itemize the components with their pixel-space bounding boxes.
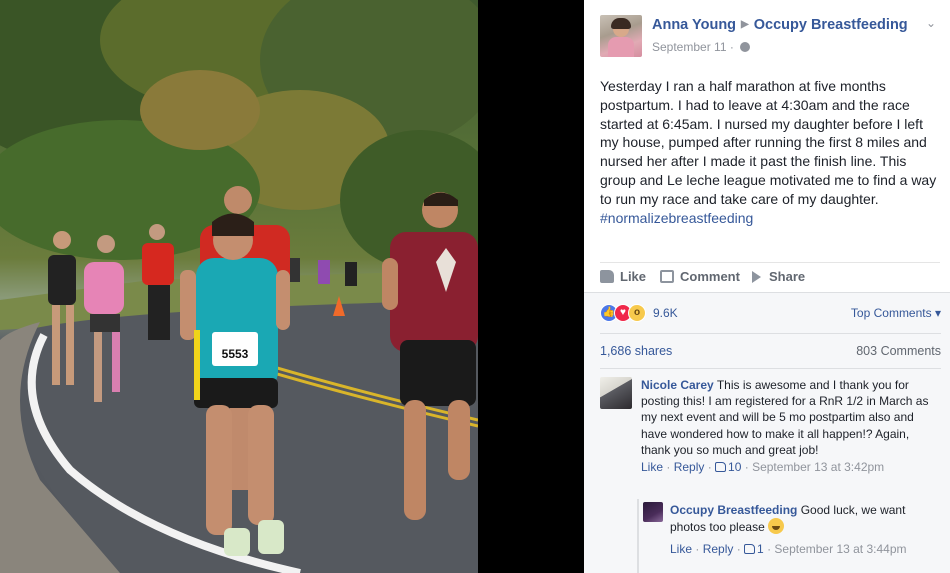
top-comments-dropdown[interactable]: Top Comments ▾ xyxy=(851,306,941,320)
post-body: Yesterday I ran a half marathon at five … xyxy=(600,77,942,227)
comment-button[interactable]: Comment xyxy=(660,269,740,284)
like-label: Like xyxy=(620,269,647,284)
top-comments-label: Top Comments xyxy=(850,306,932,320)
post-meta: September 11 · xyxy=(652,40,751,54)
meta-separator: · xyxy=(729,40,734,54)
comment-timestamp[interactable]: September 13 at 3:42pm xyxy=(752,460,884,474)
race-bib-number: 5553 xyxy=(222,347,249,361)
comment-like-link[interactable]: Like xyxy=(670,542,692,556)
thumbs-up-icon xyxy=(715,462,727,473)
smiley-emoji-icon xyxy=(768,518,785,535)
author-avatar[interactable] xyxy=(600,15,642,57)
comment-meta: Like · Reply · 10 · September 13 at 3:42… xyxy=(641,460,885,475)
post-header: Anna Young ▶ Occupy Breastfeeding Septembe… xyxy=(600,14,940,58)
commenter-avatar[interactable] xyxy=(600,377,632,409)
divider xyxy=(600,333,941,334)
comment-bubble-icon xyxy=(660,270,674,283)
comment-reply-link[interactable]: Reply xyxy=(703,542,734,556)
commenter-name-link[interactable]: Occupy Breastfeeding xyxy=(670,503,797,517)
post-panel: Anna Young ▶ Occupy Breastfeeding Septembe… xyxy=(584,0,950,573)
thumbs-up-icon xyxy=(600,270,614,283)
like-button[interactable]: Like xyxy=(600,269,646,284)
share-button[interactable]: Share xyxy=(752,269,805,284)
globe-icon xyxy=(740,42,751,52)
post-date-link[interactable]: September 11 xyxy=(652,40,727,54)
comment-like-count[interactable]: 10 xyxy=(728,460,741,474)
comment-like-count[interactable]: 1 xyxy=(757,542,764,556)
photo-letterbox xyxy=(478,0,584,573)
group-name-link[interactable]: Occupy Breastfeeding xyxy=(754,17,908,33)
comment-label: Comment xyxy=(680,269,740,284)
hashtag-link[interactable]: #normalizebreastfeeding xyxy=(600,210,753,226)
comment: Nicole Carey This is awesome and I thank… xyxy=(641,377,941,475)
comments-count[interactable]: 803 Comments xyxy=(856,344,941,358)
comment-reply-link[interactable]: Reply xyxy=(674,460,705,474)
post-photo[interactable]: 5553 xyxy=(0,0,478,573)
caret-down-icon: ▾ xyxy=(934,306,941,320)
thumbs-up-icon xyxy=(744,544,756,555)
share-arrow-icon xyxy=(752,271,761,283)
marathon-photo-illustration: 5553 xyxy=(0,0,478,573)
author-group-line: Anna Young ▶ Occupy Breastfeeding xyxy=(652,17,908,33)
share-label: Share xyxy=(769,269,806,284)
wow-reaction-icon: o xyxy=(628,304,646,322)
commenter-name-link[interactable]: Nicole Carey xyxy=(641,378,714,392)
comment-timestamp[interactable]: September 13 at 3:44pm xyxy=(774,542,906,556)
reaction-count[interactable]: 9.6K xyxy=(653,306,678,320)
chevron-down-icon[interactable]: ⌄ xyxy=(926,16,936,30)
author-name-link[interactable]: Anna Young xyxy=(652,17,736,33)
post-actions-bar: Like Comment Share xyxy=(600,262,940,290)
comment-reply: Occupy Breastfeeding Good luck, we want … xyxy=(670,502,930,558)
comment-like-link[interactable]: Like xyxy=(641,460,663,474)
commenter-avatar[interactable] xyxy=(643,502,663,522)
comment-bubble: Nicole Carey This is awesome and I thank… xyxy=(641,377,941,458)
shares-count[interactable]: 1,686 shares xyxy=(600,344,672,358)
feedback-section: 👍 ♥ o 9.6K Top Comments ▾ 1,686 shares 8… xyxy=(584,292,950,573)
triangle-right-icon: ▶ xyxy=(741,19,749,30)
comment-meta: Like · Reply · 1 · September 13 at 3:44p… xyxy=(670,542,907,557)
divider xyxy=(600,368,941,369)
comment-bubble: Occupy Breastfeeding Good luck, we want … xyxy=(670,502,930,535)
post-text: Yesterday I ran a half marathon at five … xyxy=(600,78,937,207)
reply-thread-line xyxy=(637,499,639,573)
